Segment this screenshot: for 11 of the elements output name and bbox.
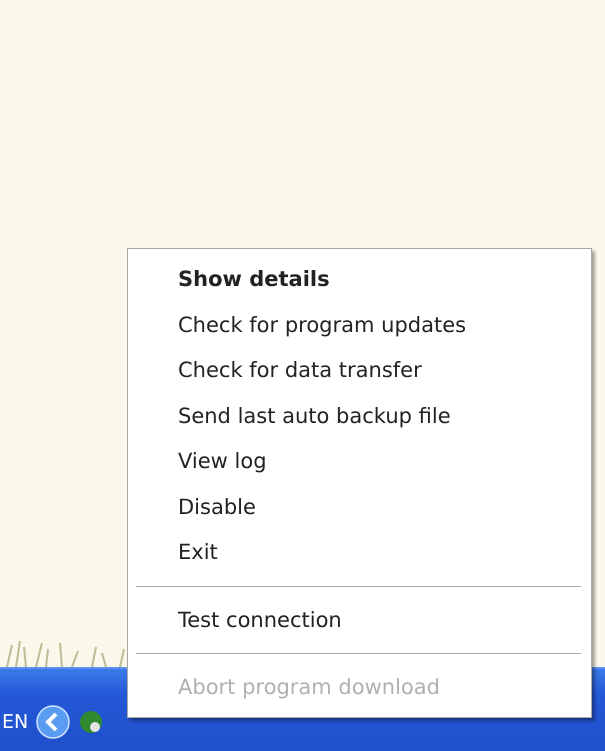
menu-item[interactable]: View log xyxy=(128,439,591,484)
show-hidden-icons-button[interactable] xyxy=(36,705,70,739)
tray-app-icon[interactable] xyxy=(78,709,104,735)
menu-item[interactable]: Send last auto backup file xyxy=(128,394,591,439)
menu-item[interactable]: Test connection xyxy=(128,598,591,643)
language-indicator[interactable]: EN xyxy=(2,711,28,733)
menu-item[interactable]: Check for data transfer xyxy=(128,348,591,394)
menu-item[interactable]: Check for program updates xyxy=(128,302,591,348)
menu-item[interactable]: Exit xyxy=(128,530,591,576)
menu-item[interactable]: Show details xyxy=(128,257,591,302)
menu-item[interactable]: Disable xyxy=(128,484,591,530)
